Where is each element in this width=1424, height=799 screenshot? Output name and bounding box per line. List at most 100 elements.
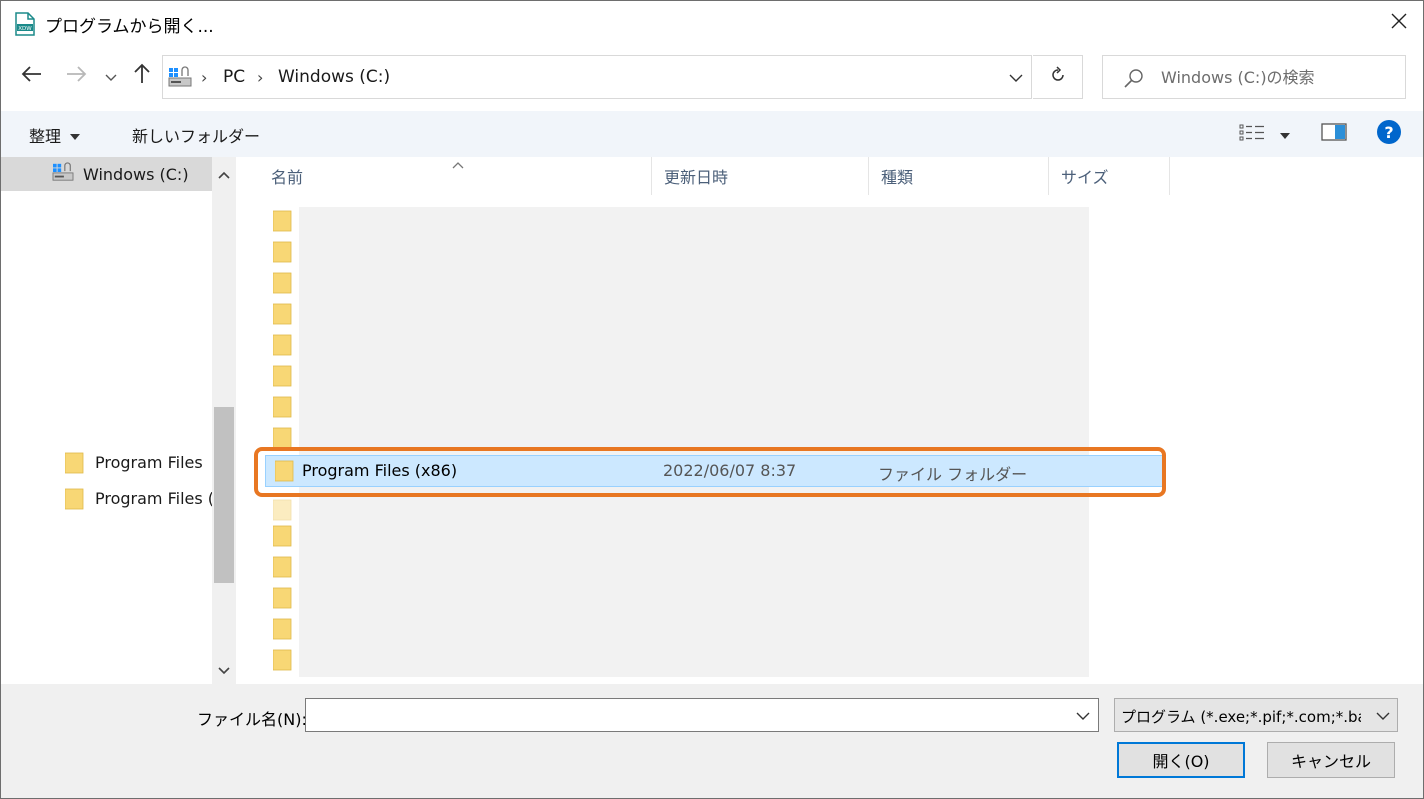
- list-item[interactable]: [265, 613, 1165, 643]
- arrow-left-icon: [21, 65, 43, 87]
- breadcrumb-separator: ›: [257, 68, 264, 87]
- filename-dropdown-button[interactable]: [1068, 699, 1098, 731]
- chevron-down-icon: [1076, 706, 1090, 725]
- address-dropdown-button[interactable]: [999, 56, 1033, 98]
- folder-icon: [64, 488, 85, 510]
- caret-down-icon: [1279, 125, 1291, 144]
- list-item[interactable]: [265, 520, 1165, 550]
- scroll-thumb[interactable]: [214, 407, 234, 583]
- search-box[interactable]: [1102, 55, 1406, 99]
- column-header-size[interactable]: サイズ: [1049, 157, 1170, 195]
- arrow-up-icon: [133, 63, 151, 89]
- arrow-right-icon: [65, 65, 87, 87]
- folder-icon: [272, 499, 293, 521]
- xdw-document-icon: XDW: [15, 12, 35, 36]
- svg-text:XDW: XDW: [18, 26, 32, 32]
- dialog-footer: ファイル名(N): プログラム (*.exe;*.pif;*.com;*.bat…: [1, 684, 1423, 798]
- folder-icon: [272, 303, 293, 325]
- list-item[interactable]: [265, 551, 1165, 581]
- help-button[interactable]: ?: [1376, 119, 1402, 149]
- nav-item-program-files[interactable]: Program Files: [64, 445, 203, 479]
- search-input[interactable]: [1161, 64, 1399, 90]
- back-button[interactable]: [19, 63, 45, 89]
- folder-icon: [272, 241, 293, 263]
- list-item[interactable]: [265, 391, 1165, 421]
- navigation-pane: Windows (C:) Program Files Program Files…: [1, 157, 239, 684]
- refresh-button[interactable]: [1033, 55, 1083, 99]
- organize-button[interactable]: 整理: [29, 123, 81, 147]
- breadcrumb-pc[interactable]: PC: [223, 67, 245, 87]
- scroll-down-button[interactable]: [212, 657, 236, 681]
- list-item[interactable]: [265, 267, 1165, 297]
- up-button[interactable]: [129, 63, 155, 89]
- file-list: 名前 更新日時 種類 サイズ Program Files (x86) 2022/…: [239, 157, 1423, 684]
- cancel-button[interactable]: キャンセル: [1267, 742, 1395, 778]
- command-bar: 整理 新しいフォルダー ?: [1, 111, 1423, 157]
- address-bar[interactable]: › PC › Windows (C:): [162, 55, 1032, 99]
- open-button[interactable]: 開く(O): [1117, 742, 1245, 778]
- title-bar: XDW プログラムから開く...: [1, 1, 1423, 45]
- chevron-down-icon: [1009, 68, 1023, 87]
- folder-icon: [272, 365, 293, 387]
- change-view-button[interactable]: [1239, 121, 1291, 147]
- filter-dropdown-button[interactable]: [1369, 699, 1397, 731]
- folder-icon: [272, 649, 293, 671]
- list-item[interactable]: [265, 644, 1165, 674]
- breadcrumb-windows-c[interactable]: Windows (C:): [278, 67, 390, 87]
- svg-text:?: ?: [1384, 123, 1393, 142]
- chevron-down-icon: [1376, 706, 1390, 725]
- folder-icon: [272, 525, 293, 547]
- drive-icon: [167, 66, 193, 88]
- search-icon: [1123, 67, 1145, 89]
- folder-icon: [272, 427, 293, 449]
- recent-locations-button[interactable]: [99, 63, 123, 89]
- folder-icon: [272, 556, 293, 578]
- folder-icon: [272, 618, 293, 640]
- folder-icon: [272, 210, 293, 232]
- column-header-date[interactable]: 更新日時: [652, 157, 869, 195]
- column-header-name[interactable]: 名前: [259, 157, 652, 195]
- chevron-down-icon: [218, 660, 230, 679]
- close-button[interactable]: [1379, 5, 1419, 41]
- folder-icon: [272, 396, 293, 418]
- folder-icon: [272, 334, 293, 356]
- preview-pane-icon: [1321, 122, 1347, 146]
- dialog-title: プログラムから開く...: [45, 17, 214, 37]
- close-icon: [1390, 12, 1408, 34]
- filename-input[interactable]: [312, 703, 1052, 727]
- forward-button[interactable]: [63, 63, 89, 89]
- list-item[interactable]: [265, 236, 1165, 266]
- new-folder-label: 新しいフォルダー: [132, 127, 261, 146]
- file-type-filter[interactable]: プログラム (*.exe;*.pif;*.com;*.bat: [1114, 698, 1398, 732]
- nav-item-windows-c[interactable]: Windows (C:): [1, 157, 212, 191]
- chevron-up-icon: [218, 164, 230, 183]
- nav-scrollbar[interactable]: [212, 157, 236, 684]
- preview-pane-button[interactable]: [1321, 121, 1347, 147]
- list-item[interactable]: [265, 298, 1165, 328]
- column-header-type[interactable]: 種類: [869, 157, 1049, 195]
- details-view-icon: [1239, 123, 1265, 145]
- nav-item-program-files-x86[interactable]: Program Files (: [64, 481, 214, 515]
- drive-icon: [51, 162, 77, 186]
- list-item[interactable]: [265, 329, 1165, 359]
- filename-combobox[interactable]: [305, 698, 1099, 732]
- folder-icon: [64, 452, 85, 474]
- navigation-bar: › PC › Windows (C:): [1, 45, 1423, 111]
- nav-item-label: Program Files: [95, 452, 203, 472]
- organize-label: 整理: [29, 127, 62, 146]
- folder-icon: [272, 272, 293, 294]
- new-folder-button[interactable]: 新しいフォルダー: [132, 123, 260, 147]
- scroll-up-button[interactable]: [212, 161, 236, 185]
- caret-down-icon: [69, 126, 81, 145]
- refresh-icon: [1049, 66, 1067, 88]
- list-item[interactable]: [265, 205, 1165, 235]
- breadcrumb-separator: ›: [201, 68, 208, 87]
- list-item[interactable]: [265, 582, 1165, 612]
- chevron-down-icon: [105, 67, 117, 86]
- list-item[interactable]: [265, 360, 1165, 390]
- folder-icon: [272, 587, 293, 609]
- file-type-filter-value: プログラム (*.exe;*.pif;*.com;*.bat: [1121, 708, 1361, 726]
- filename-label: ファイル名(N):: [197, 710, 307, 729]
- help-icon: ?: [1376, 119, 1402, 149]
- open-with-dialog: XDW プログラムから開く... › PC › Windows (C:) Win…: [0, 0, 1424, 799]
